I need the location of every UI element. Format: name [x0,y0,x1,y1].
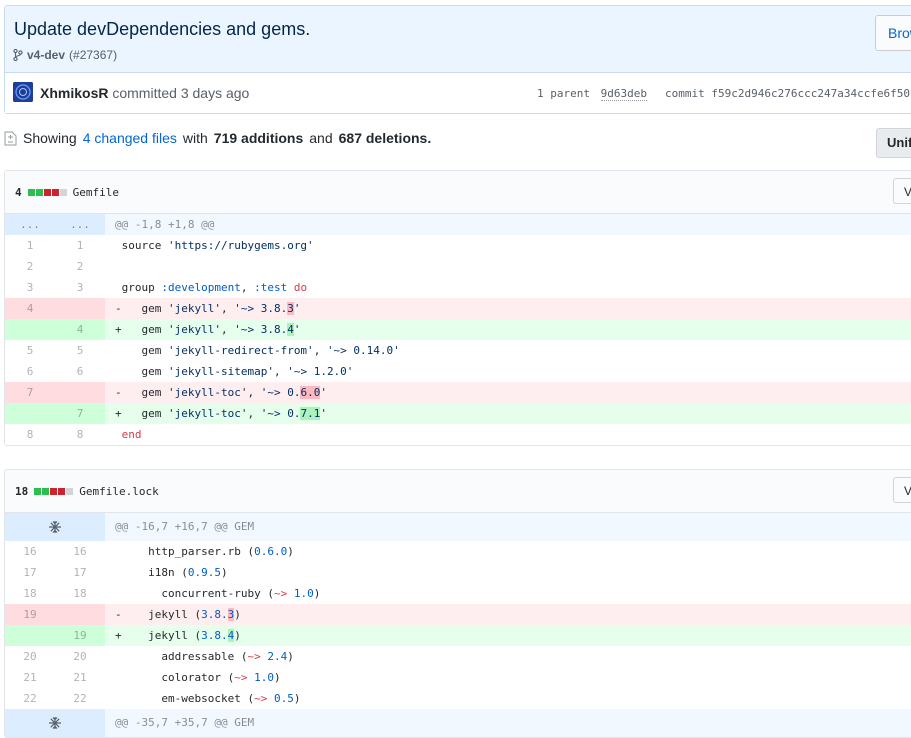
deleted-line: 19- jekyll (3.8.3) [5,604,911,625]
avatar[interactable] [13,82,33,102]
expand-down-icon[interactable]: ... [55,214,105,235]
file-diff-icon [4,131,17,145]
branch-icon [13,49,23,61]
file-name[interactable]: Gemfile.lock [79,485,158,498]
commit-sha-value: f59c2d946c276ccc247a34ccfe6f50 [711,87,911,100]
file-header: 4 Gemfile V [5,171,911,214]
branch-info: v4-dev (#27367) [13,48,117,62]
branch-link[interactable]: v4-dev [27,48,65,62]
parent-label: 1 parent [537,87,590,100]
commit-meta: XhmikosR committed 3 days ago 1 parent 9… [5,73,911,113]
deleted-line: 4- gem 'jekyll', '~> 3.8.3' [5,298,911,319]
commit-time: committed 3 days ago [112,85,250,101]
hunk-text: @@ -1,8 +1,8 @@ [105,214,911,235]
summary-and: and [309,130,333,146]
file-diff-gemfile: 4 Gemfile V ... ... @@ -1,8 +1,8 @@ 11 s… [4,170,911,446]
browse-files-button[interactable]: Brow [875,15,911,51]
diff-line: 88 end [26,428,142,441]
view-file-button[interactable]: V [893,178,911,204]
parent-sha-link[interactable]: 9d63deb [600,87,647,101]
added-line: 7 + gem 'jekyll-toc', '~> 0.7.1' [5,403,911,424]
added-line: 4 + gem 'jekyll', '~> 3.8.4' [5,319,911,340]
expand-icon[interactable] [5,709,105,737]
unified-view-button[interactable]: Unif [876,128,911,158]
hunk-header: @@ -35,7 +35,7 @@ GEM [5,709,911,737]
diff-line: 11 source 'https://rubygems.org' [26,239,314,252]
diff-summary: Showing 4 changed files with 719 additio… [4,130,431,146]
view-file-button[interactable]: V [893,477,911,503]
additions-count: 719 additions [213,130,304,146]
added-line: 19 + jekyll (3.8.4) [5,625,911,646]
diff-line: 33 group :development, :test do [26,281,308,294]
expand-up-icon[interactable]: ... [5,214,55,235]
diff-line: 16 16 http_parser.rb (0.6.0) [23,545,294,558]
diff-line: 22 [26,260,84,273]
commit-title: Update devDependencies and gems. [14,19,311,39]
diffstat-count: 4 [15,185,22,199]
hunk-text: @@ -16,7 +16,7 @@ GEM [105,513,911,541]
expand-icon[interactable] [5,513,105,541]
deletions-count: 687 deletions. [338,130,432,146]
diffstat-blocks [34,487,74,495]
diff-line: 66 gem 'jekyll-sitemap', '~> 1.2.0' [26,365,354,378]
hunk-text: @@ -35,7 +35,7 @@ GEM [105,709,911,737]
diff-line: 21 21 colorator (~> 1.0) [23,671,281,684]
commit-sha: commit f59c2d946c276ccc247a34ccfe6f50 [665,87,910,100]
diff-line: 18 18 concurrent-ruby (~> 1.0) [23,587,321,600]
hunk-header: @@ -16,7 +16,7 @@ GEM [5,513,911,541]
author-link[interactable]: XhmikosR [40,85,108,101]
commit-header: Update devDependencies and gems. v4-dev … [4,5,911,114]
deleted-line: 7- gem 'jekyll-toc', '~> 0.6.0' [5,382,911,403]
changed-files-link[interactable]: 4 changed files [83,130,177,146]
diffstat-count: 18 [15,484,29,498]
summary-showing: Showing [23,130,77,146]
commit-title-bar: Update devDependencies and gems. v4-dev … [5,6,911,73]
author-line: XhmikosR committed 3 days ago [40,85,249,101]
diff-line: 17 17 i18n (0.9.5) [23,566,228,579]
diffstat-blocks [27,188,67,196]
pull-request-link[interactable]: (#27367) [69,48,117,62]
file-diff-gemfile-lock: 18 Gemfile.lock V @@ -16,7 +16,7 @@ GEM … [4,469,911,738]
diff-line: 20 20 addressable (~> 2.4) [23,650,294,663]
summary-with: with [182,130,208,146]
hunk-header: ... ... @@ -1,8 +1,8 @@ [5,214,911,235]
parent-info: 1 parent 9d63deb [537,87,647,101]
file-name[interactable]: Gemfile [73,186,119,199]
commit-label: commit [665,87,705,100]
diff-line: 55 gem 'jekyll-redirect-from', '~> 0.14.… [26,344,400,357]
file-header: 18 Gemfile.lock V [5,470,911,513]
diff-line: 22 22 em-websocket (~> 0.5) [23,692,301,705]
